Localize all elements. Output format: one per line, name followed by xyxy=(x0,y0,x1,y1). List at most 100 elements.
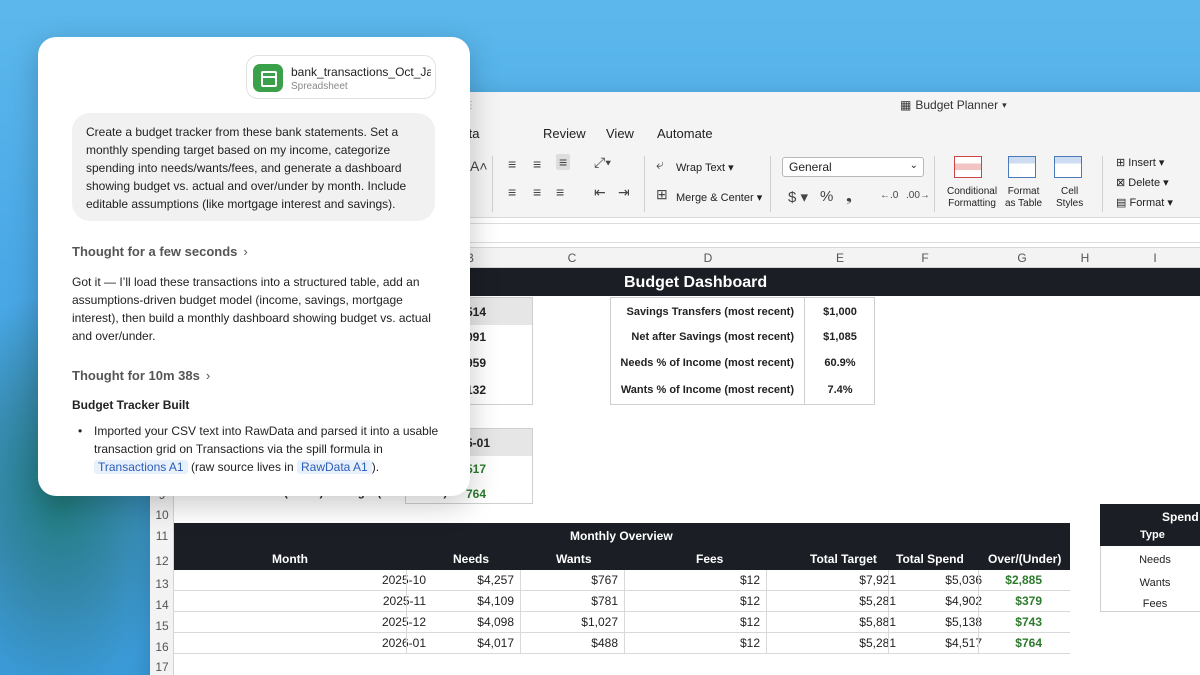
window-title[interactable]: ▦ Budget Planner ▾ xyxy=(900,98,1007,112)
align-right-icon[interactable]: ≡ xyxy=(556,184,564,200)
cell-needs[interactable]: $4,257 xyxy=(477,573,514,587)
align-bottom-icon[interactable]: ≡ xyxy=(556,154,571,170)
cell-over-under[interactable]: $2,885 xyxy=(1005,573,1042,587)
cell-over-under[interactable]: $379 xyxy=(1015,594,1042,608)
cell-wants[interactable]: $781 xyxy=(591,594,618,608)
cell-reference-link[interactable]: RawData A1 xyxy=(297,460,372,474)
merge-center-button[interactable]: Merge & Center ▾ xyxy=(676,191,762,204)
row-header-11[interactable]: 11 xyxy=(150,529,174,543)
row-header-12[interactable]: 12 xyxy=(150,554,174,568)
column-header-d[interactable]: D xyxy=(698,251,718,265)
file-attachment[interactable]: bank_transactions_Oct_Ja Spreadsheet xyxy=(246,55,436,99)
recent-cell[interactable]: 764 xyxy=(466,487,486,501)
column-fees: Fees xyxy=(696,552,724,566)
bullet-dot: • xyxy=(78,424,83,438)
cell-fees[interactable]: $12 xyxy=(740,594,760,608)
comma-button[interactable]: ❟ xyxy=(846,188,852,205)
row-header-17[interactable]: 17 xyxy=(150,660,174,674)
insert-icon: ⊞ xyxy=(1116,157,1126,169)
spend-type-cell[interactable]: Wants xyxy=(1100,577,1200,589)
kpi-value[interactable]: 60.9% xyxy=(805,357,875,369)
number-format-select[interactable]: General ⌄ xyxy=(782,157,924,177)
align-top-icon[interactable]: ≡ xyxy=(508,156,516,172)
cell-total-spend[interactable]: $4,517 xyxy=(945,636,982,650)
row-header-16[interactable]: 16 xyxy=(150,640,174,654)
table-row: 2025-10 $4,257 $767 $12 $7,921 $5,036 $2… xyxy=(174,570,1070,591)
cell-needs[interactable]: $4,098 xyxy=(477,615,514,629)
cell-fees[interactable]: $12 xyxy=(740,573,760,587)
cell-over-under[interactable]: $764 xyxy=(1015,636,1042,650)
column-header-e[interactable]: E xyxy=(830,251,850,265)
row-header-10[interactable]: 10 xyxy=(150,508,174,522)
cell-needs[interactable]: $4,109 xyxy=(477,594,514,608)
format-button[interactable]: ▤ Format ▾ xyxy=(1116,196,1173,209)
cell-reference-link[interactable]: Transactions A1 xyxy=(94,460,188,474)
cell-month[interactable]: 2025-11 xyxy=(383,594,426,608)
thought-toggle-long[interactable]: Thought for 10m 38s › xyxy=(72,368,210,383)
thought-label: Thought for a few seconds xyxy=(72,244,238,259)
cell-wants[interactable]: $1,027 xyxy=(581,615,618,629)
cell-wants[interactable]: $488 xyxy=(591,636,618,650)
cell-month[interactable]: 2025-12 xyxy=(382,615,426,629)
cell-total-target[interactable]: $5,281 xyxy=(859,594,896,608)
cell-wants[interactable]: $767 xyxy=(591,573,618,587)
spend-type-cell[interactable]: Needs xyxy=(1100,554,1200,566)
wrap-text-button[interactable]: Wrap Text ▾ xyxy=(676,161,734,174)
chevron-down-icon: ⌄ xyxy=(909,160,918,171)
increase-indent-icon[interactable]: ⇥ xyxy=(618,184,630,201)
attachment-name: bank_transactions_Oct_Ja xyxy=(291,65,431,79)
cell-total-target[interactable]: $5,281 xyxy=(859,636,896,650)
align-center-icon[interactable]: ≡ xyxy=(533,184,541,200)
conditional-formatting-button[interactable]: Conditional Formatting xyxy=(947,186,997,210)
cell-month[interactable]: 2025-10 xyxy=(382,573,426,587)
decrease-decimal-icon[interactable]: .00→ xyxy=(906,190,930,201)
cell-total-spend[interactable]: $4,902 xyxy=(945,594,982,608)
conditional-formatting-icon xyxy=(954,156,982,178)
increase-decimal-icon[interactable]: ←.0 xyxy=(880,190,898,201)
percent-button[interactable]: % xyxy=(820,188,833,205)
workbook-title: Budget Planner xyxy=(915,98,999,112)
row-header-15[interactable]: 15 xyxy=(150,619,174,633)
decrease-indent-icon[interactable]: ⇤ xyxy=(594,184,606,201)
currency-button[interactable]: $ ▾ xyxy=(788,188,808,206)
divider xyxy=(644,156,645,212)
delete-button[interactable]: ⊠ Delete ▾ xyxy=(1116,176,1169,189)
cell-fees[interactable]: $12 xyxy=(740,636,760,650)
column-header-h[interactable]: H xyxy=(1075,251,1095,265)
cell-over-under[interactable]: $743 xyxy=(1015,615,1042,629)
cell-fees[interactable]: $12 xyxy=(740,615,760,629)
align-middle-icon[interactable]: ≡ xyxy=(533,156,541,172)
column-header-f[interactable]: F xyxy=(915,251,935,265)
column-header-g[interactable]: G xyxy=(1012,251,1032,265)
tab-review[interactable]: Review xyxy=(543,126,586,141)
spend-mix-type-header: Type xyxy=(1140,529,1165,541)
cell-total-spend[interactable]: $5,036 xyxy=(945,573,982,587)
font-size-icon[interactable]: A˄ xyxy=(470,158,488,174)
align-left-icon[interactable]: ≡ xyxy=(508,184,516,200)
kpi-label: Wants % of Income (most recent) xyxy=(620,384,794,396)
kpi-value[interactable]: $1,000 xyxy=(805,306,875,318)
tab-automate[interactable]: Automate xyxy=(657,126,713,141)
table-row: 2026-01 $4,017 $488 $12 $5,281 $4,517 $7… xyxy=(174,633,1070,654)
thought-toggle-short[interactable]: Thought for a few seconds › xyxy=(72,244,248,259)
cell-total-spend[interactable]: $5,138 xyxy=(945,615,982,629)
gridline xyxy=(766,570,767,654)
kpi-value[interactable]: 7.4% xyxy=(805,384,875,396)
cell-month[interactable]: 2026-01 xyxy=(382,636,426,650)
kpi-value[interactable]: $1,085 xyxy=(805,331,875,343)
cell-total-target[interactable]: $5,881 xyxy=(859,615,896,629)
tab-view[interactable]: View xyxy=(606,126,634,141)
column-header-c[interactable]: C xyxy=(562,251,582,265)
row-header-14[interactable]: 14 xyxy=(150,598,174,612)
format-as-table-button[interactable]: Format as Table xyxy=(1005,186,1042,210)
cell-total-target[interactable]: $7,921 xyxy=(859,573,896,587)
column-header-i[interactable]: I xyxy=(1145,251,1165,265)
cell-needs[interactable]: $4,017 xyxy=(477,636,514,650)
divider xyxy=(492,156,493,212)
orientation-icon[interactable]: ⤢▾ xyxy=(594,154,611,171)
column-total-spend: Total Spend xyxy=(896,552,964,566)
spend-type-cell[interactable]: Fees xyxy=(1100,598,1200,610)
insert-button[interactable]: ⊞ Insert ▾ xyxy=(1116,156,1164,169)
row-header-13[interactable]: 13 xyxy=(150,577,174,591)
cell-styles-button[interactable]: Cell Styles xyxy=(1056,186,1083,210)
